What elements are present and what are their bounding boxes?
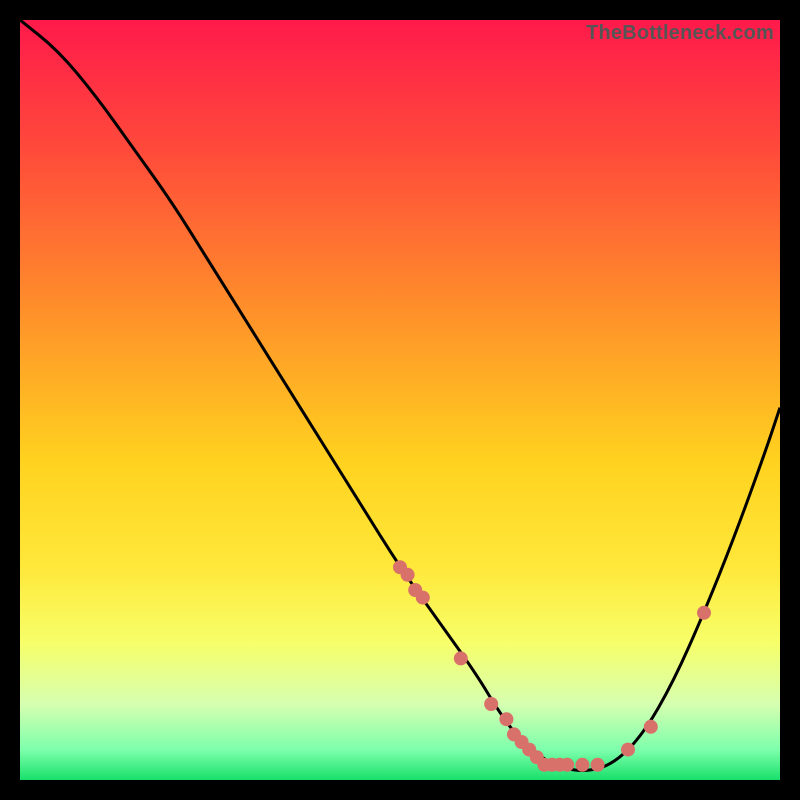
sample-dot	[401, 568, 415, 582]
chart-frame: TheBottleneck.com	[20, 20, 780, 780]
sample-dot	[644, 720, 658, 734]
sample-dot	[560, 758, 574, 772]
sample-dot	[621, 743, 635, 757]
sample-dot	[697, 606, 711, 620]
sample-dot	[591, 758, 605, 772]
sample-dot	[454, 651, 468, 665]
watermark-text: TheBottleneck.com	[586, 22, 774, 45]
sample-dot	[484, 697, 498, 711]
sample-dot	[575, 758, 589, 772]
sample-dot	[416, 591, 430, 605]
chart-background	[20, 20, 780, 780]
chart-canvas	[20, 20, 780, 780]
sample-dot	[499, 712, 513, 726]
